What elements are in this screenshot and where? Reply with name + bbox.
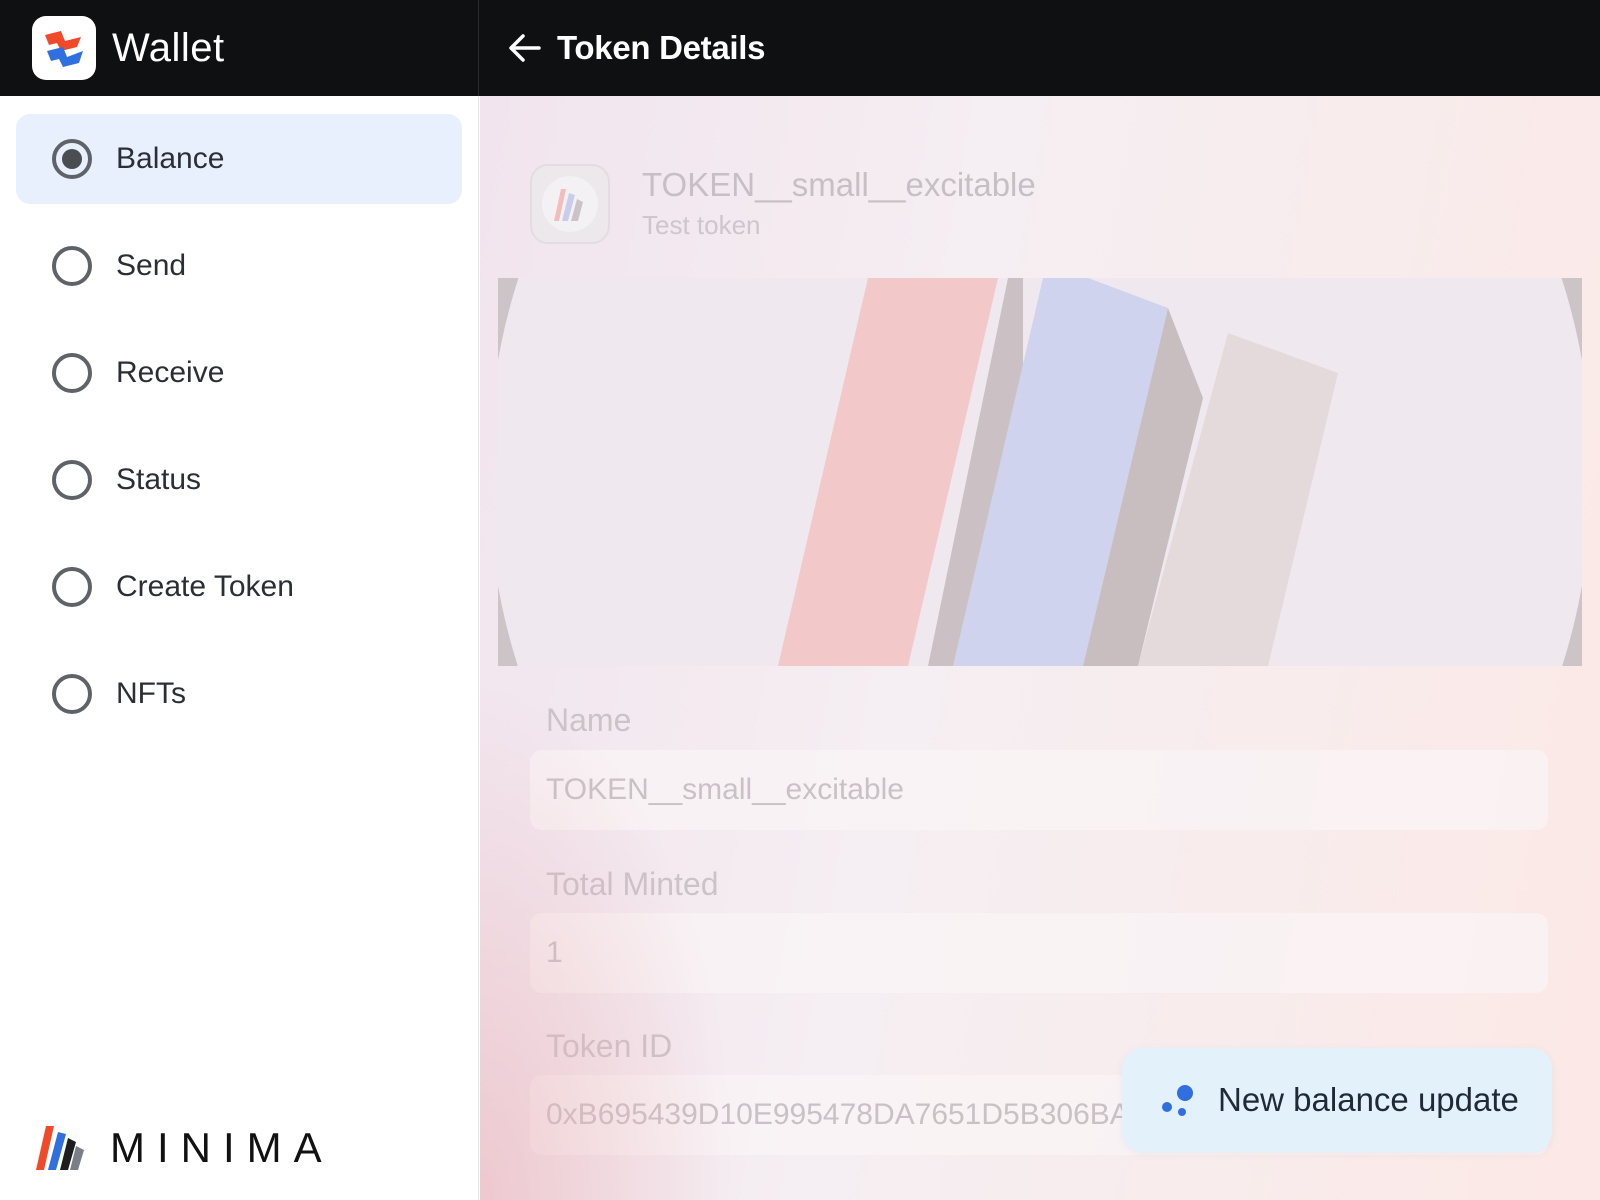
radio-empty-icon: [52, 353, 92, 393]
sidebar-item-status[interactable]: Status: [16, 435, 462, 525]
token-name: TOKEN__small__excitable: [642, 166, 1036, 203]
minima-brand: MINIMA: [32, 1124, 334, 1172]
app-title: Wallet: [112, 25, 225, 70]
minima-logo-image: [778, 278, 1338, 666]
app-header: Wallet: [0, 0, 479, 96]
wallet-logo-icon: [32, 16, 96, 80]
radio-empty-icon: [52, 460, 92, 500]
radio-empty-icon: [52, 567, 92, 607]
total-minted-label: Total Minted: [546, 866, 719, 902]
dots-loading-icon: [1162, 1085, 1193, 1116]
token-thumbnail: [530, 164, 610, 244]
page-header: Token Details: [479, 0, 1600, 96]
arrow-left-icon: [509, 34, 541, 62]
name-field: TOKEN__small__excitable: [530, 750, 1548, 830]
sidebar-item-label: Send: [116, 249, 187, 282]
token-header: TOKEN__small__excitable Test token: [530, 164, 1036, 244]
sidebar: Balance Send Receive Status Create Token…: [0, 96, 479, 1200]
sidebar-item-label: Receive: [116, 356, 225, 389]
sidebar-item-label: Status: [116, 463, 202, 496]
radio-empty-icon: [52, 246, 92, 286]
minima-logo-icon: [554, 189, 583, 221]
page-title: Token Details: [557, 29, 766, 66]
brand-wordmark: MINIMA: [110, 1124, 334, 1171]
top-bar: Wallet Token Details: [0, 0, 1600, 96]
radio-selected-icon: [52, 139, 92, 179]
sidebar-item-label: Balance: [116, 142, 225, 175]
token-details-panel: TOKEN__small__excitable Test token Name …: [480, 96, 1600, 1200]
radio-empty-icon: [52, 674, 92, 714]
sidebar-item-nfts[interactable]: NFTs: [16, 649, 462, 739]
sidebar-item-send[interactable]: Send: [16, 221, 462, 311]
sidebar-item-create-token[interactable]: Create Token: [16, 542, 462, 632]
name-label: Name: [546, 702, 632, 738]
minima-logo-icon: [36, 1126, 84, 1170]
sidebar-item-balance[interactable]: Balance: [16, 114, 462, 204]
sidebar-item-label: NFTs: [116, 677, 186, 710]
back-button[interactable]: [503, 26, 547, 70]
token-id-label: Token ID: [546, 1028, 673, 1064]
token-image: [498, 278, 1582, 666]
balance-update-toast: New balance update: [1122, 1048, 1552, 1152]
token-description: Test token: [642, 210, 761, 240]
sidebar-nav: Balance Send Receive Status Create Token…: [0, 96, 478, 739]
sidebar-item-receive[interactable]: Receive: [16, 328, 462, 418]
total-minted-field: 1: [530, 913, 1548, 993]
toast-message: New balance update: [1218, 1081, 1519, 1118]
sidebar-item-label: Create Token: [116, 570, 294, 603]
